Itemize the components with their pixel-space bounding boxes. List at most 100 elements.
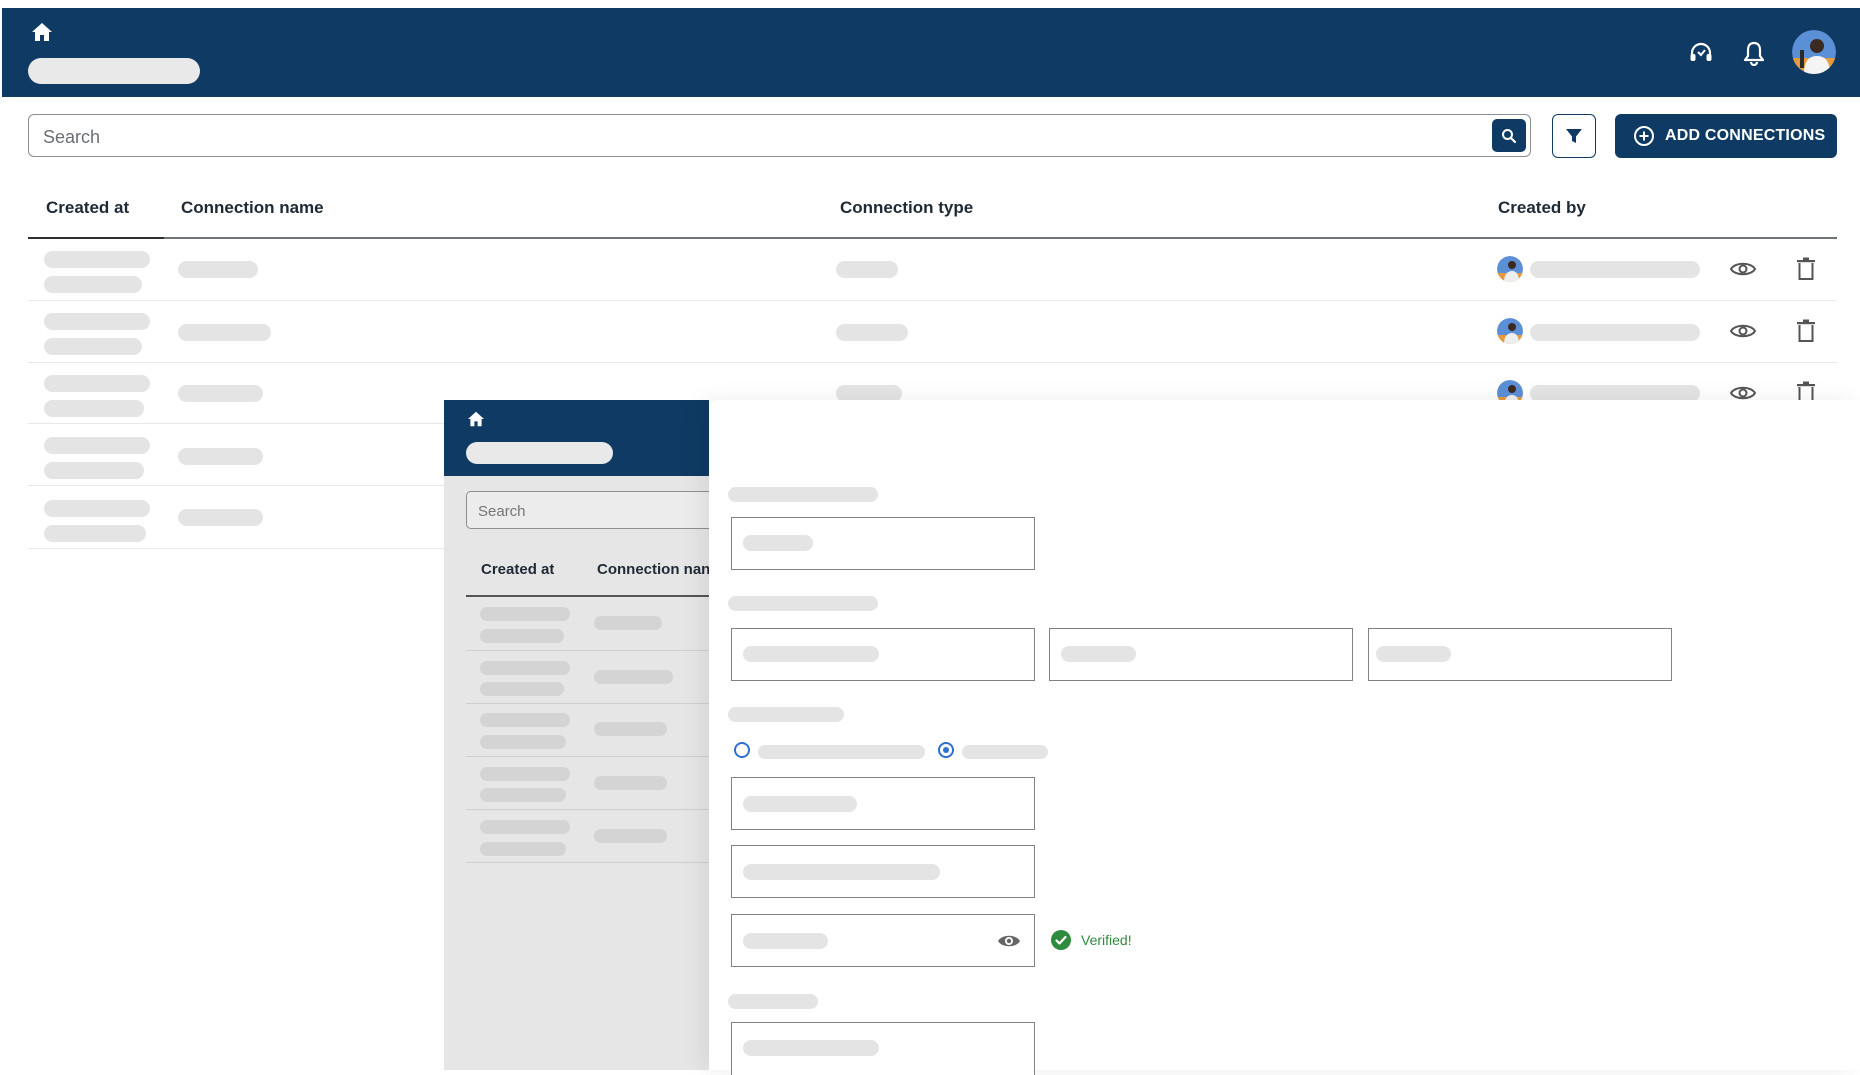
background-row-placeholder bbox=[594, 722, 667, 736]
form-label-placeholder bbox=[728, 487, 878, 502]
page-title-placeholder bbox=[28, 58, 200, 84]
add-connections-label: ADD CONNECTIONS bbox=[1665, 127, 1826, 144]
app-header bbox=[2, 8, 1860, 97]
background-row-divider bbox=[466, 809, 709, 810]
field-value-placeholder bbox=[743, 933, 828, 949]
password-field[interactable] bbox=[731, 914, 1035, 967]
avatar bbox=[1497, 256, 1523, 282]
table-row-created-time-placeholder bbox=[44, 400, 144, 417]
table-row-name-placeholder bbox=[178, 261, 258, 278]
background-row-placeholder bbox=[480, 682, 564, 696]
background-row-divider bbox=[466, 862, 709, 863]
background-row-placeholder bbox=[594, 616, 662, 630]
table-row-creator-placeholder bbox=[1530, 324, 1700, 341]
background-row-divider bbox=[466, 650, 709, 651]
row-divider bbox=[28, 362, 1837, 363]
database-field[interactable] bbox=[1368, 628, 1672, 681]
field-value-placeholder bbox=[1061, 646, 1136, 662]
sort-indicator bbox=[28, 237, 164, 239]
view-icon[interactable] bbox=[1728, 256, 1758, 282]
column-header-connection-name[interactable]: Connection name bbox=[181, 198, 324, 218]
table-row-type-placeholder bbox=[836, 261, 898, 278]
search-button[interactable] bbox=[1492, 119, 1526, 152]
form-label-placeholder bbox=[728, 994, 818, 1009]
radio-label-placeholder bbox=[758, 745, 925, 759]
filter-icon bbox=[1566, 129, 1582, 143]
row-divider bbox=[28, 300, 1837, 301]
field-value-placeholder bbox=[743, 1040, 879, 1056]
field-value-placeholder bbox=[743, 646, 879, 662]
search-input[interactable] bbox=[41, 123, 1495, 151]
background-search-field bbox=[466, 491, 709, 529]
additional-field[interactable] bbox=[731, 1022, 1035, 1075]
table-row-name-placeholder bbox=[178, 448, 263, 465]
background-row-placeholder bbox=[480, 735, 566, 749]
table-header-divider bbox=[28, 237, 1837, 239]
background-column-created-at: Created at bbox=[481, 561, 555, 578]
table-row-created-date-placeholder bbox=[44, 500, 150, 517]
host-field[interactable] bbox=[731, 628, 1035, 681]
table-row-created-time-placeholder bbox=[44, 462, 144, 479]
background-row-placeholder bbox=[594, 776, 667, 790]
row-divider bbox=[28, 548, 448, 549]
radio-label-placeholder bbox=[962, 745, 1048, 759]
home-icon bbox=[465, 409, 487, 429]
delete-icon[interactable] bbox=[1792, 317, 1820, 345]
table-row-created-date-placeholder bbox=[44, 375, 150, 392]
avatar bbox=[1497, 318, 1523, 344]
username-field[interactable] bbox=[731, 777, 1035, 830]
bell-icon[interactable] bbox=[1739, 38, 1769, 68]
background-row-placeholder bbox=[480, 820, 570, 834]
field-value-placeholder bbox=[743, 796, 857, 812]
background-table-header-divider bbox=[466, 595, 709, 597]
add-connections-button[interactable]: ADD CONNECTIONS bbox=[1615, 114, 1837, 158]
table-row-name-placeholder bbox=[178, 324, 271, 341]
delete-icon[interactable] bbox=[1792, 255, 1820, 283]
connection-name-field[interactable] bbox=[731, 517, 1035, 570]
background-row-placeholder bbox=[480, 661, 570, 675]
table-row-created-time-placeholder bbox=[44, 525, 146, 542]
eye-icon[interactable] bbox=[996, 930, 1022, 952]
auth-option-radio[interactable] bbox=[734, 742, 750, 758]
check-circle-icon bbox=[1051, 930, 1071, 950]
table-row-created-time-placeholder bbox=[44, 338, 142, 355]
search-field[interactable] bbox=[28, 114, 1531, 157]
table-row-created-date-placeholder bbox=[44, 251, 150, 268]
view-icon[interactable] bbox=[1728, 318, 1758, 344]
column-header-created-by[interactable]: Created by bbox=[1498, 198, 1586, 218]
headset-icon[interactable] bbox=[1686, 38, 1716, 68]
table-row-created-date-placeholder bbox=[44, 313, 150, 330]
background-row-divider bbox=[466, 703, 709, 704]
form-label-placeholder bbox=[728, 596, 878, 611]
background-row-placeholder bbox=[480, 713, 570, 727]
background-row-placeholder bbox=[594, 670, 673, 684]
home-icon[interactable] bbox=[28, 20, 56, 44]
background-row-placeholder bbox=[480, 629, 564, 643]
table-row-created-time-placeholder bbox=[44, 276, 142, 293]
background-row-placeholder bbox=[480, 842, 566, 856]
filter-button[interactable] bbox=[1552, 114, 1596, 158]
field-value-placeholder bbox=[743, 864, 940, 880]
table-row-name-placeholder bbox=[178, 509, 263, 526]
account-field[interactable] bbox=[731, 845, 1035, 898]
background-page-title-placeholder bbox=[466, 442, 613, 464]
table-row-type-placeholder bbox=[836, 324, 908, 341]
background-column-connection-name: Connection nan bbox=[597, 561, 709, 578]
column-header-connection-type[interactable]: Connection type bbox=[840, 198, 973, 218]
column-header-created-at[interactable]: Created at bbox=[46, 198, 129, 218]
verified-text: Verified! bbox=[1081, 932, 1132, 948]
background-search-input bbox=[476, 500, 700, 522]
table-row-name-placeholder bbox=[178, 385, 263, 402]
field-value-placeholder bbox=[1376, 646, 1451, 662]
form-label-placeholder bbox=[728, 707, 844, 722]
field-value-placeholder bbox=[743, 535, 813, 551]
port-field[interactable] bbox=[1049, 628, 1353, 681]
background-row-placeholder bbox=[480, 788, 566, 802]
auth-option-radio-selected[interactable] bbox=[938, 742, 954, 758]
table-row-creator-placeholder bbox=[1530, 261, 1700, 278]
add-connection-panel bbox=[709, 400, 1860, 1070]
background-row-placeholder bbox=[480, 767, 570, 781]
table-row-created-date-placeholder bbox=[44, 437, 150, 454]
background-row-placeholder bbox=[480, 607, 570, 621]
user-avatar[interactable] bbox=[1792, 30, 1836, 74]
